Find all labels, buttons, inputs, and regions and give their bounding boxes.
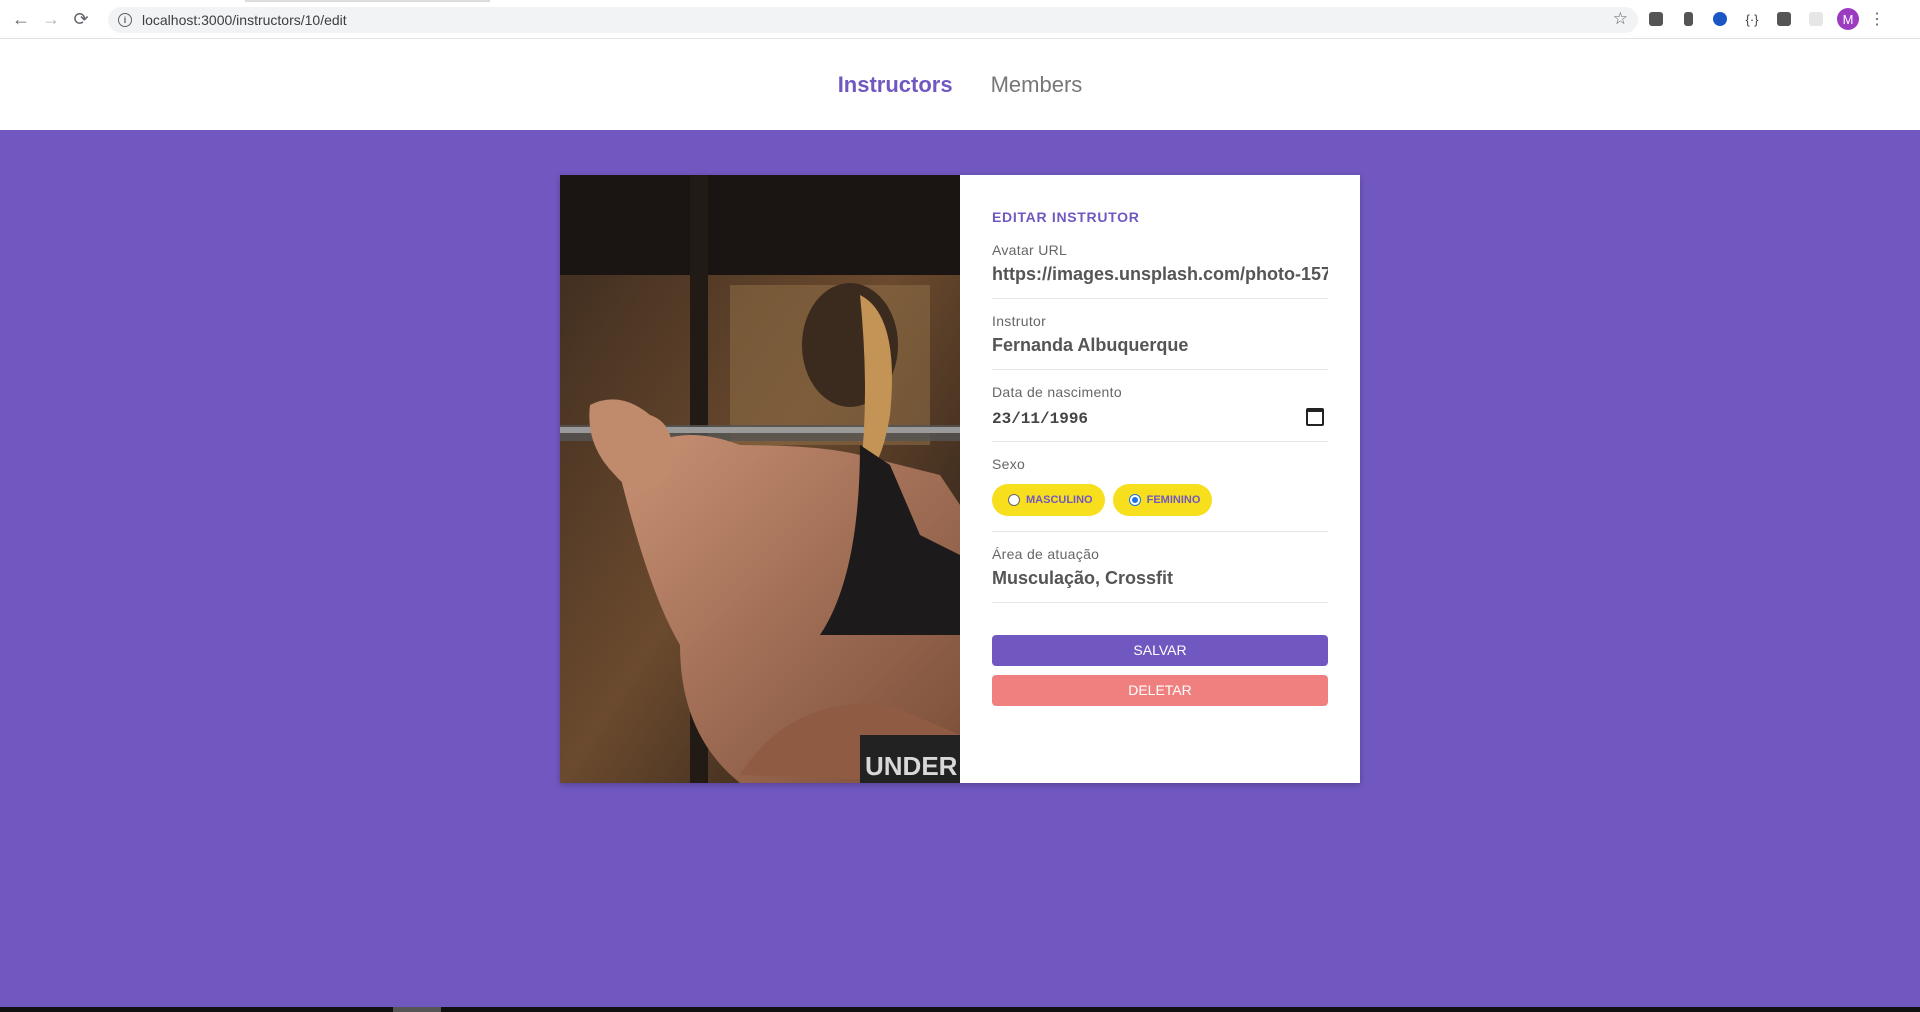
os-taskbar-edge <box>0 1007 1920 1012</box>
area-label: Área de atuação <box>992 546 1100 562</box>
extensions-area: {·} M ⋮ <box>1645 8 1885 30</box>
avatar-url-field[interactable]: Avatar URL https://images.unsplash.com/p… <box>992 242 1328 299</box>
radio-masculino[interactable] <box>1008 494 1020 506</box>
extension-icon[interactable] <box>1709 8 1731 30</box>
save-button[interactable]: SALVAR <box>992 635 1328 666</box>
instructor-name-field[interactable]: Instrutor Fernanda Albuquerque <box>992 313 1328 370</box>
birth-date-field[interactable]: Data de nascimento 23/11/1996 <box>992 384 1328 442</box>
avatar-url-label: Avatar URL <box>992 242 1068 258</box>
browser-toolbar: ← → ⟳ i localhost:3000/instructors/10/ed… <box>0 0 1920 39</box>
instructor-name-label: Instrutor <box>992 313 1047 329</box>
reload-icon[interactable]: ⟳ <box>66 4 96 34</box>
extension-icon[interactable] <box>1677 8 1699 30</box>
photo-brand-text: UNDER AR <box>865 751 960 781</box>
instructor-edit-card: UNDER AR EDITAR INSTRUTOR Avatar URL htt… <box>560 175 1360 783</box>
area-field[interactable]: Área de atuação Musculação, Crossfit <box>992 546 1328 603</box>
instructor-avatar-image: UNDER AR <box>560 175 960 783</box>
gender-option-feminino[interactable]: FEMININO <box>1112 484 1213 516</box>
extension-json-icon[interactable]: {·} <box>1741 8 1763 30</box>
app-header: Instructors Members <box>0 39 1920 130</box>
forward-icon[interactable]: → <box>36 4 66 34</box>
gender-option-label: FEMININO <box>1146 494 1201 506</box>
gender-option-label: MASCULINO <box>1026 494 1093 506</box>
back-icon[interactable]: ← <box>6 4 36 34</box>
instructor-name-input[interactable]: Fernanda Albuquerque <box>992 335 1328 356</box>
calendar-icon[interactable] <box>1306 408 1324 426</box>
radio-feminino[interactable] <box>1128 494 1141 506</box>
birth-date-input[interactable]: 23/11/1996 <box>992 410 1088 428</box>
birth-date-label: Data de nascimento <box>992 384 1122 400</box>
browser-menu-icon[interactable]: ⋮ <box>1869 9 1885 29</box>
extension-icon[interactable] <box>1773 8 1795 30</box>
address-bar[interactable]: i localhost:3000/instructors/10/edit ☆ <box>108 7 1638 33</box>
gender-field: Sexo MASCULINO FEMININO <box>992 456 1328 532</box>
bookmark-star-icon[interactable]: ☆ <box>1613 9 1628 29</box>
instructor-form: EDITAR INSTRUTOR Avatar URL https://imag… <box>960 175 1360 783</box>
extension-icon[interactable] <box>1645 8 1667 30</box>
avatar-url-input[interactable]: https://images.unsplash.com/photo-157 <box>992 264 1328 285</box>
delete-button[interactable]: DELETAR <box>992 675 1328 706</box>
area-input[interactable]: Musculação, Crossfit <box>992 568 1328 589</box>
active-tab-indicator <box>245 0 490 2</box>
gender-label: Sexo <box>992 456 1026 472</box>
url-text[interactable]: localhost:3000/instructors/10/edit <box>142 12 347 28</box>
form-title: EDITAR INSTRUTOR <box>992 209 1140 225</box>
profile-avatar[interactable]: M <box>1837 8 1859 30</box>
gym-photo-illustration: UNDER AR <box>560 175 960 783</box>
nav-link-members[interactable]: Members <box>991 72 1083 98</box>
extension-icon[interactable] <box>1805 8 1827 30</box>
nav-link-instructors[interactable]: Instructors <box>838 72 953 98</box>
gender-option-masculino[interactable]: MASCULINO <box>992 484 1105 516</box>
site-info-icon[interactable]: i <box>118 13 132 27</box>
